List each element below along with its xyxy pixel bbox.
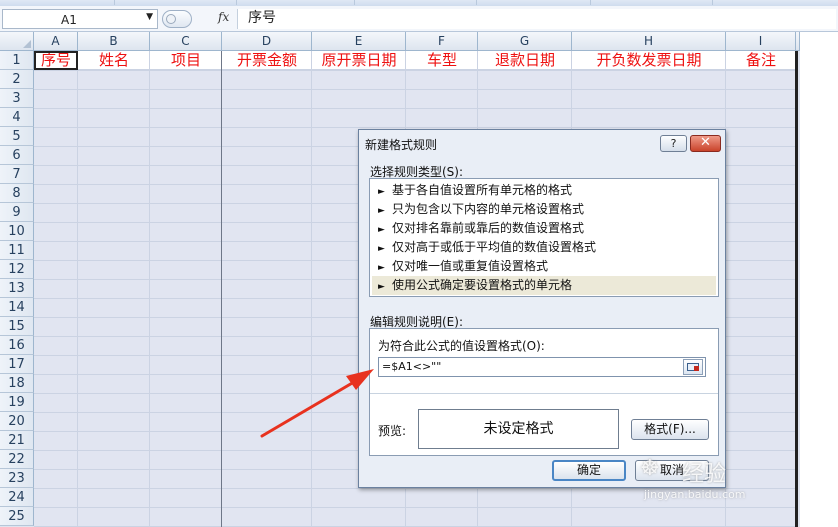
column-header[interactable]: F [406, 32, 478, 51]
column-header[interactable]: C [150, 32, 222, 51]
column-header[interactable]: E [312, 32, 406, 51]
row-header[interactable]: 12 [0, 260, 34, 279]
row-header[interactable]: 6 [0, 146, 34, 165]
column-gridline [77, 51, 78, 527]
toggle-knob-icon [166, 14, 176, 24]
header-cell[interactable]: 车型 [406, 51, 478, 70]
format-button[interactable]: 格式(F)... [631, 419, 709, 440]
header-cell[interactable]: 原开票日期 [312, 51, 406, 70]
column-gridline [311, 51, 312, 527]
formula-expand-toggle[interactable] [162, 10, 192, 28]
select-all-corner[interactable] [0, 32, 34, 51]
rule-type-list: ► 基于各自值设置所有单元格的格式 ► 只为包含以下内容的单元格设置格式 ► 仅对排名靠前… [369, 178, 719, 297]
row-header[interactable]: 14 [0, 298, 34, 317]
row-header[interactable]: 7 [0, 165, 34, 184]
excel-window: A1 ▼ fx 序号 ABCDEFGHI 1 2 3 4 5 6 7 8 9 10 11 12 13 14… [0, 0, 838, 527]
header-cell[interactable]: 姓名 [78, 51, 150, 70]
rule-type-item[interactable]: ► 仅对排名靠前或靠后的数值设置格式 [372, 219, 716, 238]
formula-bar: A1 ▼ fx 序号 [0, 6, 838, 32]
rule-type-label: 仅对高于或低于平均值的数值设置格式 [392, 240, 597, 254]
rule-description-panel: 为符合此公式的值设置格式(O): =$A1<>"" 预览: 未设定格式 格式(F… [369, 328, 719, 456]
row-header[interactable]: 24 [0, 488, 34, 507]
formula-label: 为符合此公式的值设置格式(O): [378, 339, 545, 353]
rule-type-item[interactable]: ► 基于各自值设置所有单元格的格式 [372, 181, 716, 200]
insert-function-icon[interactable]: fx [218, 10, 229, 24]
column-header[interactable]: D [222, 32, 312, 51]
rule-type-item[interactable]: ► 只为包含以下内容的单元格设置格式 [372, 200, 716, 219]
ribbon-separator [354, 0, 355, 5]
row-header[interactable]: 16 [0, 336, 34, 355]
preview-box: 未设定格式 [418, 409, 619, 449]
formula-field[interactable]: =$A1<>"" [378, 357, 706, 377]
column-header[interactable]: A [34, 32, 78, 51]
select-all-icon [23, 40, 31, 48]
rule-type-label: 仅对排名靠前或靠后的数值设置格式 [392, 221, 585, 235]
header-cell[interactable]: 备注 [726, 51, 796, 70]
row-header[interactable]: 8 [0, 184, 34, 203]
dropdown-arrow-icon[interactable]: ▼ [146, 12, 153, 22]
rule-type-label: 只为包含以下内容的单元格设置格式 [392, 202, 585, 216]
ribbon-separator [236, 0, 237, 5]
divider [370, 393, 718, 394]
formula-controls: fx [162, 9, 236, 29]
preview-label: 预览: [378, 424, 407, 438]
ribbon-separator [590, 0, 591, 5]
row-header[interactable]: 3 [0, 89, 34, 108]
row-header[interactable]: 10 [0, 222, 34, 241]
row-header[interactable]: 5 [0, 127, 34, 146]
row-header[interactable]: 25 [0, 507, 34, 526]
row-header[interactable]: 13 [0, 279, 34, 298]
play-triangle-icon: ► [378, 282, 385, 292]
rule-type-item[interactable]: ► 仅对唯一值或重复值设置格式 [372, 257, 716, 276]
row-header[interactable]: 22 [0, 450, 34, 469]
range-marker-icon [694, 366, 699, 371]
row-header[interactable]: 1 [0, 51, 34, 70]
rule-type-label: 基于各自值设置所有单元格的格式 [392, 183, 573, 197]
close-button[interactable]: ✕ [690, 135, 721, 152]
active-cell-border [34, 51, 78, 70]
row-header[interactable]: 19 [0, 393, 34, 412]
row-header[interactable]: 20 [0, 412, 34, 431]
column-header[interactable]: H [572, 32, 726, 51]
ribbon-separator [114, 0, 115, 5]
column-header[interactable]: G [478, 32, 572, 51]
row-header[interactable]: 23 [0, 469, 34, 488]
row-header[interactable]: 4 [0, 108, 34, 127]
rule-type-item[interactable]: ► 仅对高于或低于平均值的数值设置格式 [372, 238, 716, 257]
name-box[interactable]: A1 ▼ [2, 9, 158, 29]
new-format-rule-dialog: 新建格式规则 ? ✕ 选择规则类型(S): ► 基于各自值设置所有单元格的格式 ► 只… [358, 129, 726, 488]
row-header[interactable]: 21 [0, 431, 34, 450]
formula-input[interactable]: 序号 [237, 9, 836, 29]
collapse-dialog-button[interactable] [683, 359, 703, 375]
row-header[interactable]: 17 [0, 355, 34, 374]
column-header[interactable]: I [726, 32, 796, 51]
row-header[interactable]: 18 [0, 374, 34, 393]
header-cell[interactable]: 项目 [150, 51, 222, 70]
ribbon-separator [476, 0, 477, 5]
rule-type-label: 仅对唯一值或重复值设置格式 [392, 259, 549, 273]
column-header[interactable]: B [78, 32, 150, 51]
help-button[interactable]: ? [660, 135, 687, 152]
cancel-button[interactable]: 取消 [635, 460, 709, 481]
ribbon-separator [712, 0, 713, 5]
row-header[interactable]: 2 [0, 70, 34, 89]
header-cell[interactable]: 退款日期 [478, 51, 572, 70]
header-cell[interactable]: 开负数发票日期 [572, 51, 726, 70]
rule-type-item[interactable]: ► 使用公式确定要设置格式的单元格 [372, 276, 716, 295]
column-border [221, 51, 222, 527]
formula-value: =$A1<>"" [382, 360, 442, 373]
ok-button[interactable]: 确定 [552, 460, 626, 481]
dialog-title: 新建格式规则 [365, 138, 438, 152]
row-header[interactable]: 9 [0, 203, 34, 222]
row-header[interactable]: 11 [0, 241, 34, 260]
header-cell[interactable]: 开票金额 [222, 51, 312, 70]
rule-type-label: 使用公式确定要设置格式的单元格 [392, 278, 573, 292]
name-box-value: A1 [61, 13, 77, 27]
print-area-border [795, 51, 798, 527]
row-header[interactable]: 15 [0, 317, 34, 336]
column-gridline [149, 51, 150, 527]
column-header-blank [796, 32, 800, 51]
